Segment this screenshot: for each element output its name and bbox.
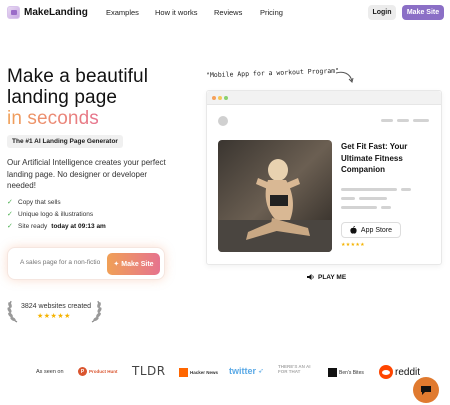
mock-nav-line [397, 119, 409, 122]
bens-bites-text: Ben's Bites [339, 369, 364, 376]
theres-an-ai-text: THERE'S AN AI FOR THAT [278, 364, 311, 374]
product-hunt-logo[interactable]: P Product Hunt [78, 367, 118, 376]
window-dot-icon [218, 96, 222, 100]
tldr-text: TLDR [132, 364, 166, 378]
rating-stars: ★★★★★ [37, 313, 71, 320]
browser-mockup: Get Fit Fast: Your Ultimate Fitness Comp… [206, 90, 442, 265]
as-seen-on-label: As seen on [36, 369, 64, 375]
feature-text: Copy that sells [18, 198, 61, 206]
twitter-text: twitter [229, 366, 256, 376]
window-dot-icon [224, 96, 228, 100]
twitter-logo[interactable]: twitter ➶ [229, 366, 264, 376]
prompt-box: ✦ Make Site [7, 247, 165, 280]
mock-text-line [341, 206, 377, 209]
tldr-logo[interactable]: TLDR [132, 364, 166, 378]
logo-text: MakeLanding [24, 7, 88, 18]
logo[interactable]: MakeLanding [7, 6, 88, 19]
handwritten-example-prompt: "Mobile App for a workout Program" [205, 66, 340, 80]
reddit-logo[interactable]: reddit [379, 365, 420, 379]
nav-link-how-it-works[interactable]: How it works [155, 8, 198, 17]
reddit-text: reddit [395, 366, 421, 378]
hacker-news-text: Hacker News [190, 370, 219, 375]
check-icon: ✓ [7, 211, 13, 218]
laurel-right-icon [91, 300, 102, 323]
app-store-label: App Store [360, 226, 393, 234]
reddit-icon [379, 365, 393, 379]
feature-item: ✓ Site ready today at 09:13 am [7, 220, 106, 232]
apple-icon [350, 226, 357, 234]
websites-created-count: 3824 websites created [21, 303, 92, 310]
mock-text-line [341, 197, 355, 200]
curved-arrow-icon [335, 71, 354, 83]
check-icon: ✓ [7, 223, 13, 230]
top-nav: MakeLanding Examples How it works Review… [0, 0, 450, 26]
hero-headline: Make a beautiful landing page in seconds [7, 66, 148, 129]
bens-bites-icon [328, 368, 337, 377]
fitness-photo [218, 140, 332, 252]
logo-icon [7, 6, 20, 19]
headline-line-2: landing page [7, 87, 118, 108]
theres-an-ai-logo[interactable]: THERE'S AN AI FOR THAT [278, 364, 320, 374]
app-store-button[interactable]: App Store [341, 222, 401, 238]
twitter-bird-icon: ➶ [258, 368, 264, 375]
feature-item: ✓ Copy that sells [7, 196, 106, 208]
hacker-news-logo[interactable]: Hacker News [179, 368, 218, 377]
ready-time: today at 09:13 am [51, 222, 106, 230]
chat-icon [421, 385, 431, 395]
speaker-icon [307, 274, 314, 280]
window-dot-icon [212, 96, 216, 100]
make-site-button[interactable]: Make Site [402, 5, 444, 20]
nav-link-examples[interactable]: Examples [106, 8, 139, 17]
feature-text: Unique logo & illustrations [18, 210, 94, 218]
mock-nav-line [413, 119, 429, 122]
mock-text-line [341, 188, 397, 191]
feature-item: ✓ Unique logo & illustrations [7, 208, 106, 220]
site-prompt-input[interactable] [20, 259, 100, 266]
hacker-news-icon [179, 368, 188, 377]
mock-text-line [401, 188, 411, 191]
product-hunt-icon: P [78, 367, 87, 376]
hero-description: Our Artificial Intelligence creates your… [7, 158, 166, 190]
play-me-button[interactable]: PLAY ME [307, 273, 346, 281]
bens-bites-logo[interactable]: Ben's Bites [328, 368, 364, 377]
headline-highlight: in seconds [7, 108, 99, 129]
feature-text: Site ready [18, 222, 48, 230]
laurel-left-icon [7, 300, 18, 323]
prompt-make-site-button[interactable]: ✦ Make Site [107, 253, 160, 275]
mock-text-line [381, 206, 391, 209]
feature-list: ✓ Copy that sells ✓ Unique logo & illust… [7, 196, 106, 232]
browser-title-bar [207, 91, 441, 105]
nav-link-reviews[interactable]: Reviews [214, 8, 242, 17]
mock-rating-stars: ★★★★★ [341, 242, 365, 248]
headline-line-1: Make a beautiful [7, 66, 149, 87]
play-me-label: PLAY ME [318, 273, 347, 281]
mock-text-line [359, 197, 387, 200]
mock-avatar [218, 116, 228, 126]
sparkle-icon: ✦ [113, 261, 120, 268]
nav-link-pricing[interactable]: Pricing [260, 8, 283, 17]
prompt-button-label: Make Site [121, 260, 154, 268]
product-hunt-text: Product Hunt [89, 369, 118, 374]
tagline-pill: The #1 AI Landing Page Generator [7, 135, 123, 148]
check-icon: ✓ [7, 199, 13, 206]
mock-heading: Get Fit Fast: Your Ultimate Fitness Comp… [341, 142, 408, 174]
chat-bubble-button[interactable] [413, 377, 439, 403]
mock-nav-line [381, 119, 393, 122]
login-button[interactable]: Login [368, 5, 396, 20]
